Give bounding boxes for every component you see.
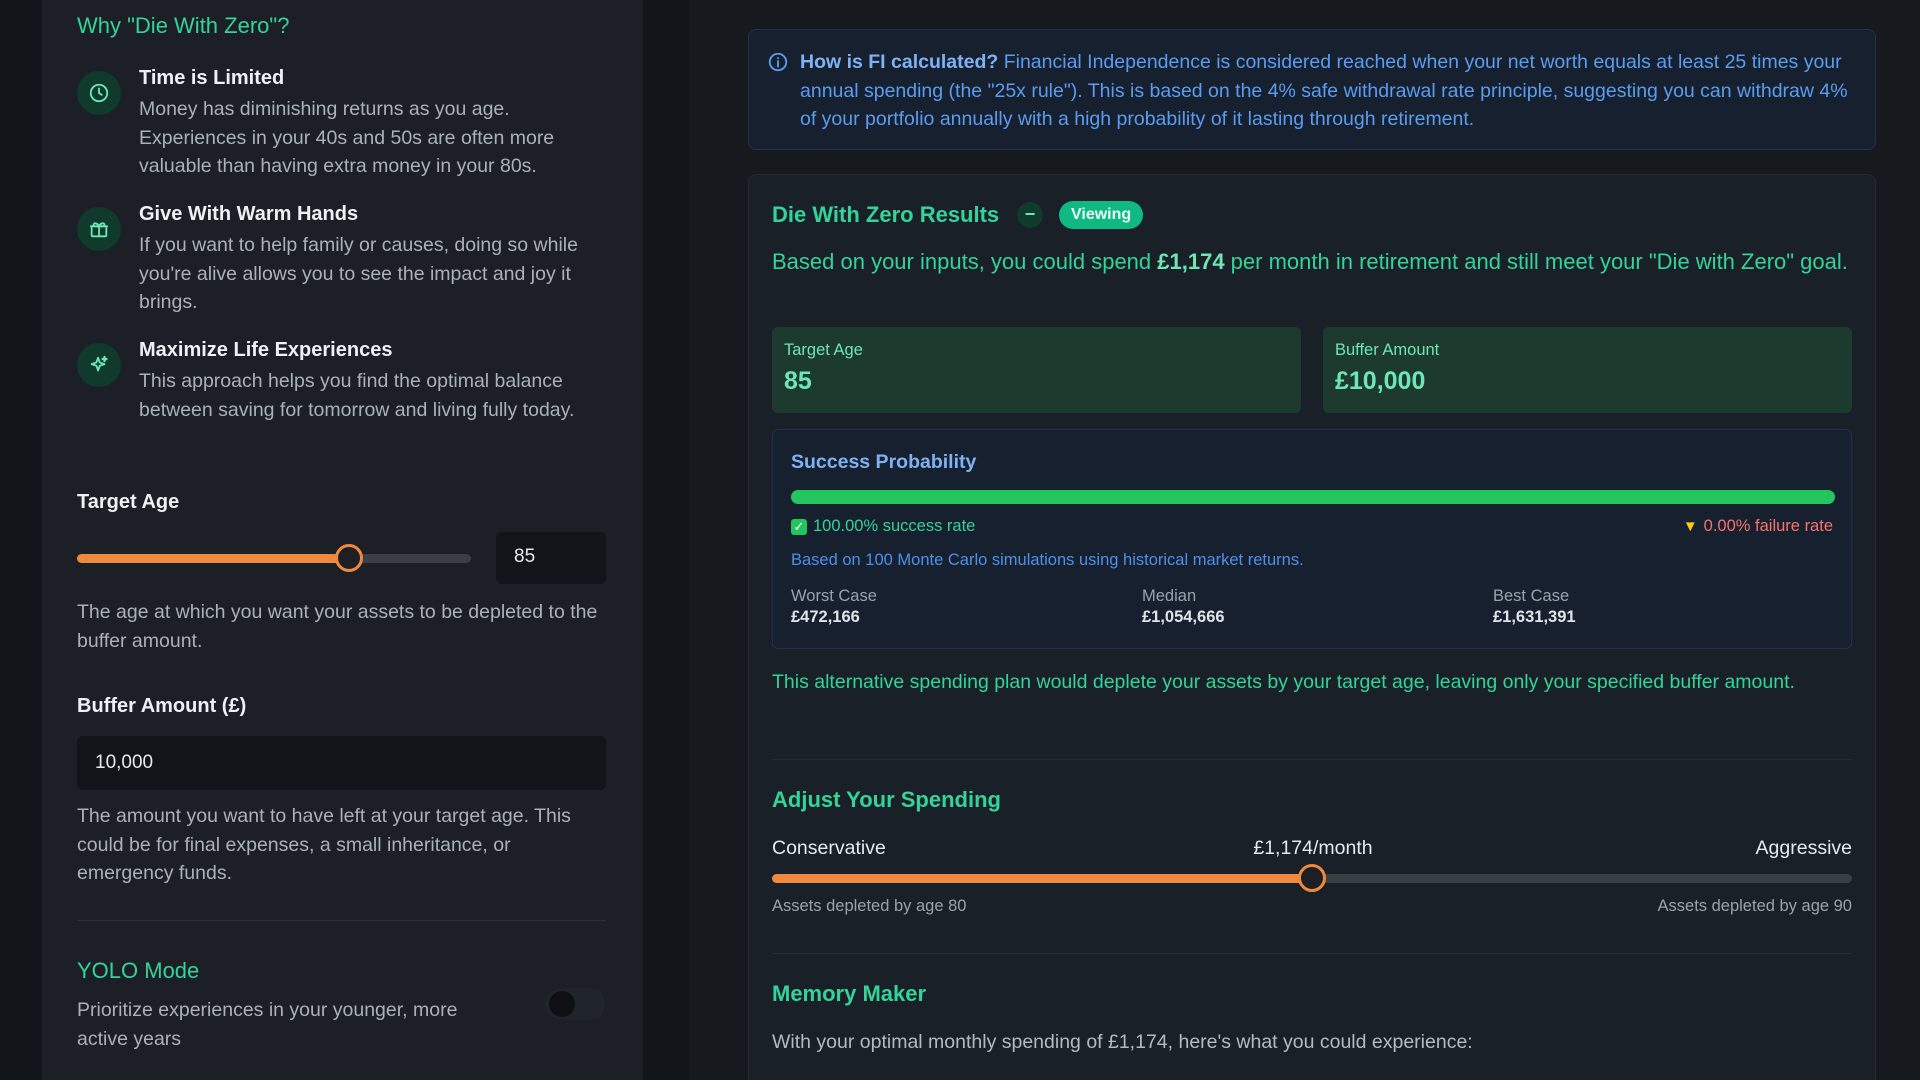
info-icon [767,51,789,78]
why-die-with-zero-title: Why "Die With Zero"? [77,13,290,38]
summary-pre: Based on your inputs, you could spend [772,249,1158,274]
alternative-plan-note: This alternative spending plan would dep… [772,671,1795,693]
results-summary: Based on your inputs, you could spend £1… [772,245,1852,278]
target-age-card: Target Age 85 [772,327,1301,413]
divider [772,953,1852,954]
slider-thumb[interactable] [1298,864,1326,892]
benefit-title: Maximize Life Experiences [139,339,393,361]
benefit-text: Money has diminishing returns as you age… [139,98,555,177]
success-rate-text: 100.00% success rate [813,517,976,535]
case-label: Worst Case [791,587,877,605]
success-bar-fill [791,490,1835,504]
case-value: £472,166 [791,608,860,626]
buffer-amount-help: The amount you want to have left at your… [77,805,571,884]
case-label: Best Case [1493,587,1570,605]
benefit-title: Give With Warm Hands [139,203,359,225]
benefit-text: This approach helps you find the optimal… [139,370,575,421]
case-value: £1,631,391 [1493,608,1576,626]
median-case: Median £1,054,666 [1142,587,1225,627]
success-probability-panel: Success Probability ✓ 100.00% success rat… [772,429,1852,649]
best-case: Best Case £1,631,391 [1493,587,1576,627]
thumbs-down-icon: ▼ [1682,518,1698,535]
sparkles-icon [77,343,121,387]
aggressive-label: Aggressive [1755,837,1852,859]
simulation-note: Based on 100 Monte Carlo simulations usi… [791,551,1304,569]
settings-panel: Why "Die With Zero"? Time is Limited Mon… [42,0,643,1080]
stat-value: 85 [784,367,812,395]
adjust-spending-title: Adjust Your Spending [772,787,1001,812]
benefit-title: Time is Limited [139,67,285,89]
success-probability-title: Success Probability [791,451,977,473]
summary-amount: £1,174 [1157,249,1225,274]
slider-thumb[interactable] [334,544,363,572]
current-spending-value: £1,174/month [1253,837,1373,859]
buffer-amount-label: Buffer Amount (£) [77,695,247,717]
case-value: £1,054,666 [1142,608,1225,626]
aggressive-depletion-note: Assets depleted by age 90 [1657,897,1852,915]
stat-value: £10,000 [1335,367,1426,395]
yolo-mode-description: Prioritize experiences in your younger, … [77,999,458,1050]
die-with-zero-results: Die With Zero Results − Viewing Based on… [748,174,1876,1080]
divider [772,759,1852,760]
slider-fill [772,874,1312,883]
success-rate: ✓ 100.00% success rate [791,517,975,536]
divider [77,920,606,921]
memory-maker-text: With your optimal monthly spending of £1… [772,1031,1473,1053]
info-text: How is FI calculated? Financial Independ… [800,48,1860,134]
target-age-slider[interactable] [77,544,471,572]
check-icon: ✓ [791,518,807,535]
fi-calculation-info: How is FI calculated? Financial Independ… [748,29,1876,150]
buffer-amount-card: Buffer Amount £10,000 [1323,327,1852,413]
page-gutter-left [0,0,42,1080]
conservative-depletion-note: Assets depleted by age 80 [772,897,967,915]
clock-icon [77,71,121,115]
failure-rate: ▼ 0.00% failure rate [1683,517,1833,536]
benefit-text: If you want to help family or causes, do… [139,234,578,313]
collapse-button[interactable]: − [1017,202,1043,228]
success-probability-bar [791,490,1835,504]
info-bold: How is FI calculated? [800,51,999,73]
buffer-amount-input[interactable]: 10,000 [77,736,606,790]
viewing-badge: Viewing [1059,201,1144,229]
case-label: Median [1142,587,1197,605]
slider-fill [77,554,349,563]
page-gutter-middle [643,0,689,1080]
yolo-mode-toggle[interactable] [545,988,605,1020]
summary-post: per month in retirement and still meet y… [1224,249,1848,274]
worst-case: Worst Case £472,166 [791,587,877,627]
gift-icon [77,207,121,251]
spending-slider[interactable] [772,864,1852,892]
failure-rate-text: 0.00% failure rate [1703,517,1833,535]
stat-label: Buffer Amount [1335,341,1440,359]
results-title: Die With Zero Results [772,202,1000,227]
stat-label: Target Age [784,341,863,359]
yolo-mode-title: YOLO Mode [77,958,200,983]
target-age-input[interactable]: 85 [496,532,606,584]
target-age-help: The age at which you want your assets to… [77,601,598,652]
toggle-knob [549,991,575,1017]
target-age-label: Target Age [77,491,180,513]
memory-maker-title: Memory Maker [772,981,927,1006]
